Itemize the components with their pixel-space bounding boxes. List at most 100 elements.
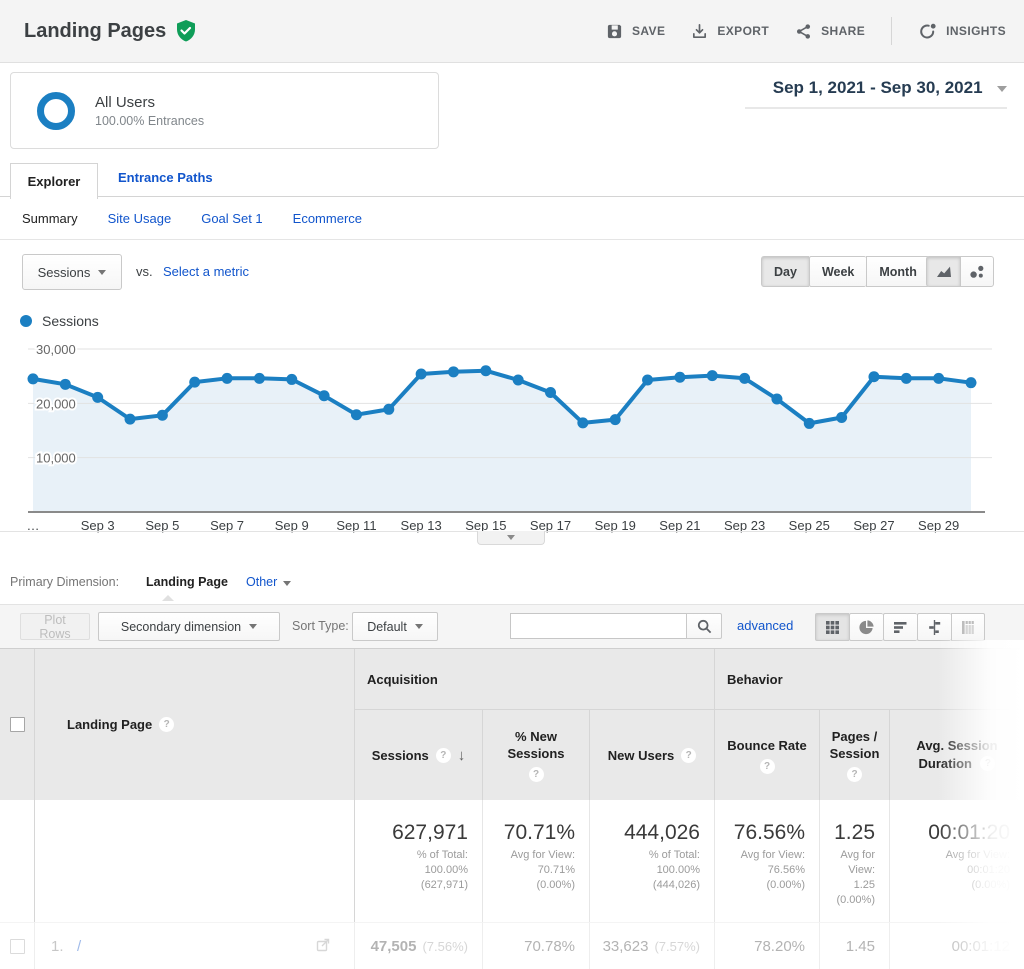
help-icon[interactable] bbox=[435, 747, 451, 763]
search-icon bbox=[697, 619, 712, 634]
totals-bounce-rate: 76.56% Avg for View: 76.56% (0.00%) bbox=[715, 800, 820, 922]
secondary-dimension-dropdown[interactable]: Secondary dimension bbox=[98, 612, 280, 641]
group-header-behavior: Behavior bbox=[715, 649, 1024, 710]
table-toolbar: Plot Rows Secondary dimension Sort Type:… bbox=[0, 604, 1024, 648]
line-chart-view-button[interactable] bbox=[926, 256, 960, 287]
open-in-new-icon[interactable] bbox=[316, 938, 330, 952]
table-search-input[interactable] bbox=[510, 613, 686, 639]
motion-chart-view-button[interactable] bbox=[960, 256, 994, 287]
chart-collapse-handle[interactable] bbox=[477, 531, 545, 545]
advanced-search-link[interactable]: advanced bbox=[737, 618, 793, 633]
column-header-avg-session-duration[interactable]: Avg. Session Duration bbox=[890, 710, 1024, 800]
date-range-selector[interactable]: Sep 1, 2021 - Sep 30, 2021 bbox=[745, 78, 1007, 109]
explorer-subnav: Summary Site Usage Goal Set 1 Ecommerce bbox=[0, 197, 1024, 240]
export-button[interactable]: EXPORT bbox=[691, 23, 769, 40]
row-new-users: 33,623 (7.57%) bbox=[590, 922, 715, 969]
segment-name: All Users bbox=[95, 93, 156, 111]
chevron-down-icon bbox=[997, 85, 1007, 92]
row-bounce-rate: 78.20% bbox=[715, 922, 820, 969]
page-title: Landing Pages bbox=[24, 19, 167, 42]
subnav-site-usage[interactable]: Site Usage bbox=[108, 211, 172, 226]
column-header-bounce-rate[interactable]: Bounce Rate bbox=[715, 710, 820, 800]
performance-view-button[interactable] bbox=[883, 613, 917, 641]
help-icon[interactable] bbox=[847, 767, 862, 782]
line-chart-icon bbox=[936, 264, 952, 279]
landing-page-link[interactable]: / bbox=[77, 938, 81, 955]
primary-dimension-label: Primary Dimension: bbox=[10, 575, 120, 589]
comparison-view-button[interactable] bbox=[917, 613, 951, 641]
shield-check-icon bbox=[176, 20, 196, 42]
insights-button[interactable]: INSIGHTS bbox=[918, 22, 1006, 41]
table-row-landing-page: 1. / bbox=[35, 922, 355, 969]
chevron-down-icon bbox=[414, 624, 423, 629]
column-header-new-users[interactable]: New Users bbox=[590, 710, 715, 800]
chevron-down-icon bbox=[98, 269, 107, 275]
segment-card-all-users[interactable]: All Users 100.00% Entrances bbox=[10, 72, 439, 149]
totals-pages-session: 1.25 Avg for View: 1.25 (0.00%) bbox=[820, 800, 890, 922]
comparison-bars-icon bbox=[927, 619, 942, 635]
row-sessions: 47,505 (7.56%) bbox=[355, 922, 483, 969]
granularity-day[interactable]: Day bbox=[761, 256, 809, 287]
subnav-summary[interactable]: Summary bbox=[22, 211, 78, 226]
totals-avg-session-duration: 00:01:20 Avg for View: 00:01:20 (0.00%) bbox=[890, 800, 1024, 922]
report-actions: SAVE EXPORT SHARE INSIGHTS bbox=[606, 0, 1006, 62]
horizontal-bars-icon bbox=[893, 620, 908, 635]
totals-checkbox-cell bbox=[0, 800, 35, 922]
pivot-table-icon bbox=[961, 620, 976, 635]
svg-text:10,000: 10,000 bbox=[36, 451, 76, 466]
data-view-button[interactable] bbox=[815, 613, 849, 641]
granularity-week[interactable]: Week bbox=[808, 256, 867, 287]
subnav-goal-set-1[interactable]: Goal Set 1 bbox=[201, 211, 262, 226]
totals-landing-page-cell bbox=[35, 800, 355, 922]
actions-divider bbox=[891, 17, 893, 45]
share-icon bbox=[795, 23, 812, 40]
metric-dropdown[interactable]: Sessions bbox=[22, 254, 122, 290]
sort-descending-icon[interactable] bbox=[458, 747, 466, 764]
segment-circle-icon bbox=[37, 91, 75, 130]
save-icon bbox=[606, 23, 623, 40]
row-checkbox[interactable] bbox=[9, 939, 25, 954]
help-icon[interactable] bbox=[681, 747, 697, 763]
vs-label: vs. bbox=[136, 264, 153, 279]
save-button[interactable]: SAVE bbox=[606, 23, 665, 40]
chevron-down-icon bbox=[249, 624, 258, 629]
share-button[interactable]: SHARE bbox=[795, 23, 865, 40]
primary-dimension-other[interactable]: Other bbox=[246, 575, 292, 589]
date-range-text: Sep 1, 2021 - Sep 30, 2021 bbox=[772, 78, 983, 97]
primary-dimension-landing-page[interactable]: Landing Page bbox=[146, 575, 228, 589]
column-header-pct-new-sessions[interactable]: % New Sessions bbox=[483, 710, 590, 800]
plot-rows-button[interactable]: Plot Rows bbox=[20, 613, 90, 641]
totals-pct-new-sessions: 70.71% Avg for View: 70.71% (0.00%) bbox=[483, 800, 590, 922]
granularity-month[interactable]: Month bbox=[866, 256, 930, 287]
sessions-chart[interactable]: 10,00020,00030,000… Sep 3 Sep 5 Sep 7 Sep 9S… bbox=[0, 338, 1024, 538]
table-grid-icon bbox=[825, 620, 840, 635]
row-pages-session: 1.45 bbox=[820, 922, 890, 969]
pie-chart-icon bbox=[859, 619, 874, 635]
search-button[interactable] bbox=[686, 613, 722, 639]
help-icon[interactable] bbox=[759, 758, 775, 774]
help-icon[interactable] bbox=[980, 756, 996, 772]
svg-text:20,000: 20,000 bbox=[36, 396, 76, 411]
percentage-view-button[interactable] bbox=[849, 613, 883, 641]
chevron-down-icon bbox=[283, 581, 292, 586]
totals-new-users: 444,026 % of Total: 100.00% (444,026) bbox=[590, 800, 715, 922]
row-checkbox-cell bbox=[0, 922, 35, 969]
sort-type-dropdown[interactable]: Default bbox=[352, 612, 438, 641]
column-header-sessions[interactable]: Sessions bbox=[355, 710, 483, 800]
pivot-view-button[interactable] bbox=[951, 613, 985, 641]
column-header-pages-session[interactable]: Pages / Session bbox=[820, 710, 890, 800]
subnav-ecommerce[interactable]: Ecommerce bbox=[293, 211, 362, 226]
tab-explorer[interactable]: Explorer bbox=[10, 163, 98, 199]
select-all-checkbox[interactable] bbox=[9, 717, 25, 732]
column-header-landing-page[interactable]: Landing Page bbox=[35, 649, 355, 800]
row-index: 1. bbox=[51, 938, 64, 955]
help-icon[interactable] bbox=[159, 717, 175, 732]
help-icon[interactable] bbox=[528, 767, 544, 782]
select-a-metric-link[interactable]: Select a metric bbox=[163, 264, 249, 279]
legend-dot bbox=[20, 315, 32, 327]
table-view-toggle bbox=[815, 613, 985, 641]
sort-type-label: Sort Type: bbox=[292, 619, 349, 633]
tab-entrance-paths[interactable]: Entrance Paths bbox=[118, 170, 213, 185]
report-tabs: Explorer Entrance Paths bbox=[0, 155, 1024, 199]
group-header-acquisition: Acquisition bbox=[355, 649, 715, 710]
